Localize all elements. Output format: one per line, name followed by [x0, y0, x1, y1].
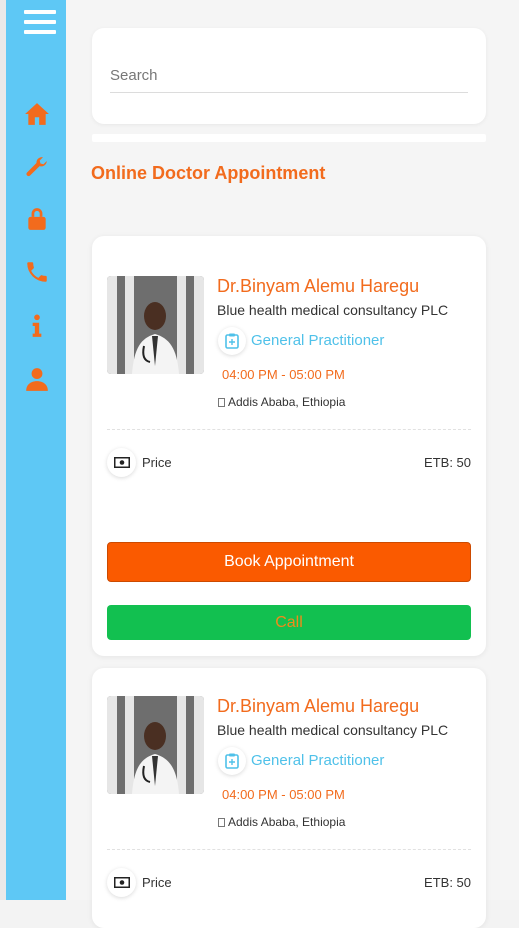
doctor-organization: Blue health medical consultancy PLC [217, 722, 449, 738]
money-icon [107, 448, 136, 477]
doctor-location: Addis Ababa, Ethiopia [218, 395, 345, 409]
location-text: Addis Ababa, Ethiopia [228, 395, 346, 409]
home-icon[interactable] [20, 97, 54, 131]
doctor-location: Addis Ababa, Ethiopia [218, 815, 345, 829]
search-input[interactable] [110, 58, 468, 93]
divider [107, 429, 471, 430]
appointment-time: 04:00 PM - 05:00 PM [222, 367, 345, 382]
call-button[interactable]: Call [107, 605, 471, 640]
doctor-name: Dr.Binyam Alemu Haregu [217, 696, 420, 716]
info-icon[interactable] [20, 309, 54, 343]
location-text: Addis Ababa, Ethiopia [228, 815, 346, 829]
book-appointment-button[interactable]: Book Appointment [107, 542, 471, 582]
divider-strip [92, 134, 486, 142]
price-label: Price [142, 875, 172, 890]
price-value: ETB: 50 [424, 875, 471, 890]
doctor-name: Dr.Binyam Alemu Haregu [217, 276, 420, 296]
lock-icon[interactable] [20, 202, 54, 236]
doctor-organization: Blue health medical consultancy PLC [217, 302, 449, 318]
menu-icon[interactable] [24, 10, 56, 36]
page-title: Online Doctor Appointment [91, 163, 326, 183]
doctor-card: Dr.Binyam Alemu Haregu Blue health medic… [92, 668, 486, 928]
doctor-photo [107, 696, 204, 794]
user-icon[interactable] [20, 362, 54, 396]
location-icon [218, 397, 225, 407]
doctor-specialty: General Practitioner [251, 332, 385, 349]
sidebar [0, 0, 66, 900]
clipboard-icon [218, 747, 246, 775]
location-icon [218, 817, 225, 827]
doctor-specialty: General Practitioner [251, 752, 385, 769]
main-content: Online Doctor Appointment Dr.Binyam Alem… [66, 0, 519, 928]
doctor-card: Dr.Binyam Alemu Haregu Blue health medic… [92, 236, 486, 656]
search-card [92, 28, 486, 124]
money-icon [107, 868, 136, 897]
divider [107, 849, 471, 850]
phone-icon[interactable] [20, 255, 54, 289]
appointment-time: 04:00 PM - 05:00 PM [222, 787, 345, 802]
price-label: Price [142, 455, 172, 470]
price-value: ETB: 50 [424, 455, 471, 470]
clipboard-icon [218, 327, 246, 355]
wrench-icon[interactable] [20, 150, 54, 184]
doctor-photo [107, 276, 204, 374]
